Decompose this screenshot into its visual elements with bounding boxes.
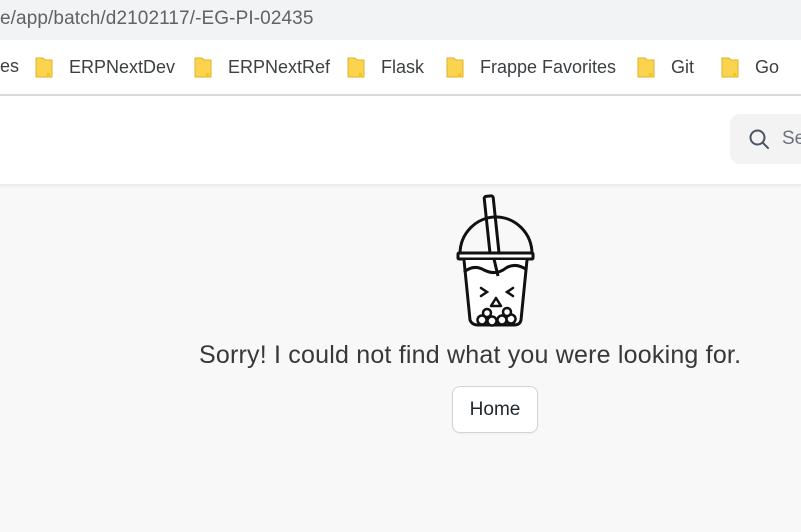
folder-icon (347, 56, 365, 78)
bookmark-label: ERPNextDev (69, 56, 176, 77)
address-bar[interactable]: e/app/batch/d2102117/-EG-PI-02435 (0, 0, 801, 40)
app-navbar: Se (0, 96, 801, 185)
bubble-tea-cup-icon (456, 194, 535, 327)
bookmark-partial[interactable]: es (0, 56, 19, 77)
bookmark-erpnextdev[interactable]: ERPNextDev (35, 56, 175, 78)
bookmark-label: Go (755, 56, 780, 77)
bookmark-frappe-favorites[interactable]: Frappe Favorites (446, 56, 616, 78)
folder-icon (194, 56, 212, 78)
bookmark-label: Git (671, 56, 695, 77)
search-placeholder: Se (782, 128, 801, 149)
search-icon (749, 129, 769, 149)
folder-icon (446, 56, 464, 78)
bookmark-label: Frappe Favorites (480, 56, 617, 77)
folder-icon (637, 56, 655, 78)
bookmark-go[interactable]: Go (721, 56, 779, 78)
bookmark-label: ERPNextRef (228, 56, 331, 77)
folder-icon (35, 56, 53, 78)
bookmark-erpnextref[interactable]: ERPNextRef (194, 56, 330, 78)
not-found-message: Sorry! I could not find what you were lo… (199, 341, 742, 369)
url-text[interactable]: e/app/batch/d2102117/-EG-PI-02435 (0, 8, 314, 30)
bookmarks-bar: es ERPNextDev ERPNextRef Flask Frappe Fa… (0, 40, 801, 96)
folder-icon (721, 56, 739, 78)
bookmark-git[interactable]: Git (637, 56, 694, 78)
home-button[interactable]: Home (452, 386, 538, 433)
search-bar[interactable]: Se (730, 114, 801, 164)
bookmark-label: Flask (381, 56, 425, 77)
bookmark-flask[interactable]: Flask (347, 56, 424, 78)
